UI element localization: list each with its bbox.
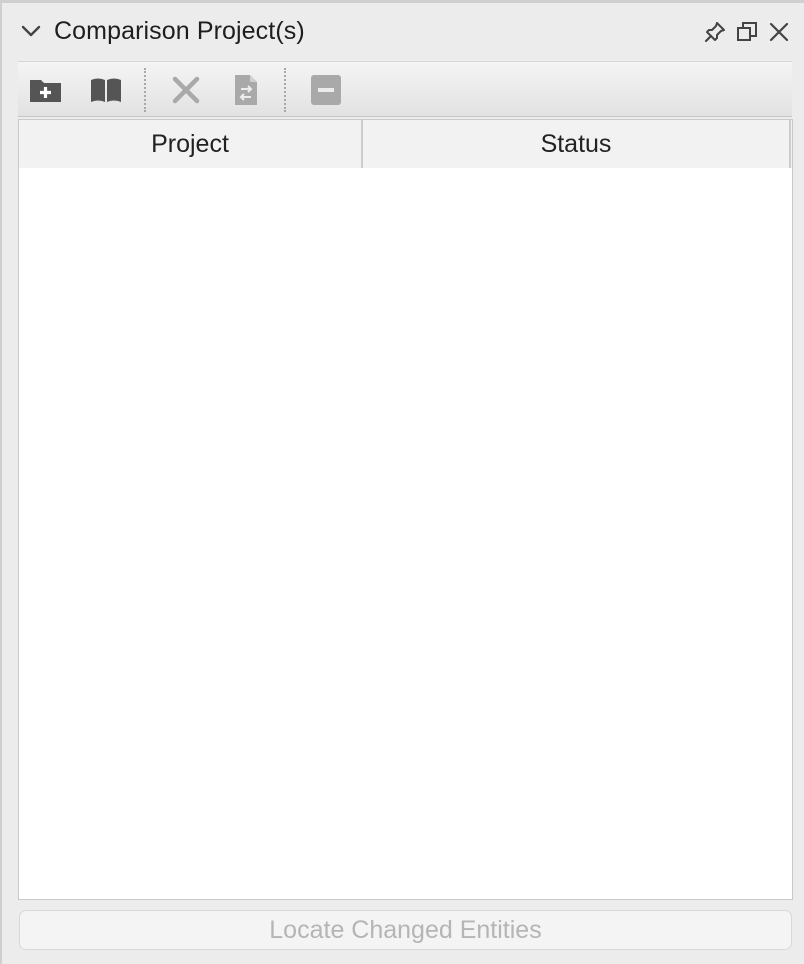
panel-toolbar bbox=[18, 61, 792, 117]
locate-changed-entities-button[interactable]: Locate Changed Entities bbox=[19, 910, 792, 950]
remove-minus-icon[interactable] bbox=[306, 72, 346, 108]
toolbar-separator bbox=[284, 68, 286, 112]
panel-title-actions bbox=[702, 19, 792, 45]
column-header-project[interactable]: Project bbox=[19, 120, 363, 168]
panel-titlebar: Comparison Project(s) bbox=[2, 3, 804, 61]
float-window-icon[interactable] bbox=[734, 19, 760, 45]
column-header-status[interactable]: Status bbox=[363, 120, 791, 168]
open-book-icon[interactable] bbox=[86, 72, 126, 108]
table-header: Project Status bbox=[19, 120, 792, 168]
close-icon[interactable] bbox=[766, 19, 792, 45]
toolbar-separator bbox=[144, 68, 146, 112]
projects-table: Project Status bbox=[18, 119, 793, 900]
add-folder-icon[interactable] bbox=[26, 72, 66, 108]
comparison-projects-panel: Comparison Project(s) Project Status Loc… bbox=[0, 0, 804, 964]
pin-icon[interactable] bbox=[702, 19, 728, 45]
panel-title: Comparison Project(s) bbox=[54, 17, 305, 45]
delete-x-icon[interactable] bbox=[166, 72, 206, 108]
swap-file-icon[interactable] bbox=[226, 72, 266, 108]
table-body bbox=[19, 168, 792, 899]
chevron-down-icon[interactable] bbox=[20, 20, 42, 42]
